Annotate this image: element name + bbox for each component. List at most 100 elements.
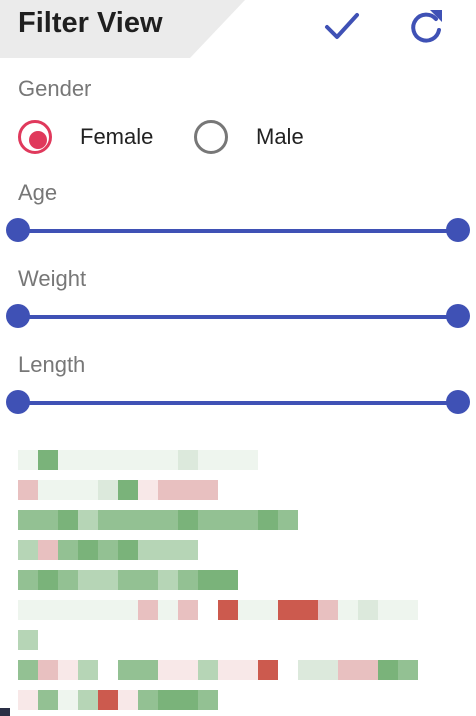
heatmap-cell xyxy=(158,510,178,530)
heatmap-cell xyxy=(78,660,98,680)
age-label: Age xyxy=(18,180,58,205)
heatmap-row xyxy=(18,510,298,530)
heatmap-cell xyxy=(98,480,118,500)
heatmap-cell xyxy=(78,450,98,470)
heatmap-cell xyxy=(138,600,158,620)
radio-label-male: Male xyxy=(256,124,304,149)
heatmap-cell xyxy=(158,600,178,620)
length-slider-max-thumb[interactable] xyxy=(446,390,470,414)
heatmap-cell xyxy=(58,600,78,620)
heatmap-cell xyxy=(398,660,418,680)
heatmap-cell xyxy=(298,600,318,620)
heatmap-row xyxy=(18,480,218,500)
check-icon xyxy=(325,13,359,39)
heatmap-cell xyxy=(98,510,118,530)
heatmap-cell xyxy=(238,660,258,680)
age-slider-max-thumb[interactable] xyxy=(446,218,470,242)
length-label: Length xyxy=(18,352,86,377)
radio-circle-female[interactable] xyxy=(18,120,52,154)
heatmap-cell xyxy=(338,600,358,620)
length-slider-track[interactable] xyxy=(18,401,458,405)
heatmap-cell xyxy=(18,690,38,710)
weight-range-slider[interactable] xyxy=(6,304,470,330)
heatmap-cell xyxy=(178,660,198,680)
refresh-icon xyxy=(411,10,442,43)
length-slider-min-thumb[interactable] xyxy=(6,390,30,414)
heatmap-cell xyxy=(358,600,378,620)
heatmap-cell xyxy=(78,540,98,560)
heatmap-cell xyxy=(38,510,58,530)
heatmap-row xyxy=(18,600,418,620)
heatmap-cell xyxy=(38,540,58,560)
weight-slider-min-thumb[interactable] xyxy=(6,304,30,328)
heatmap-cell xyxy=(58,510,78,530)
age-range-slider[interactable] xyxy=(6,218,470,244)
heatmap-row xyxy=(18,690,218,710)
confirm-button[interactable] xyxy=(322,6,362,46)
heatmap-cell xyxy=(18,570,38,590)
length-range-slider[interactable] xyxy=(6,390,470,416)
heatmap-cell xyxy=(158,450,178,470)
heatmap-row xyxy=(18,540,198,560)
heatmap-cell xyxy=(118,540,138,560)
heatmap-cell xyxy=(158,540,178,560)
heatmap-cell xyxy=(18,540,38,560)
heatmap-cell xyxy=(18,510,38,530)
heatmap-cell xyxy=(178,690,198,710)
heatmap-cell xyxy=(158,660,178,680)
age-slider-min-thumb[interactable] xyxy=(6,218,30,242)
heatmap-cell xyxy=(38,480,58,500)
heatmap-row xyxy=(18,630,38,650)
heatmap-cell xyxy=(118,600,138,620)
radio-label-female: Female xyxy=(80,124,154,149)
heatmap-cell xyxy=(318,660,338,680)
reset-button[interactable] xyxy=(406,6,446,46)
heatmap-cell xyxy=(118,690,138,710)
weight-slider-max-thumb[interactable] xyxy=(446,304,470,328)
heatmap-cell xyxy=(178,600,198,620)
heatmap-cell xyxy=(278,660,298,680)
page-title: Filter View xyxy=(18,7,163,39)
weight-label: Weight xyxy=(18,266,87,291)
heatmap-cell xyxy=(178,510,198,530)
age-slider-track[interactable] xyxy=(18,229,458,233)
heatmap-cell xyxy=(178,450,198,470)
heatmap-cell xyxy=(18,600,38,620)
heatmap-cell xyxy=(218,510,238,530)
weight-slider-track[interactable] xyxy=(18,315,458,319)
heatmap-cell xyxy=(18,630,38,650)
heatmap-cell xyxy=(58,450,78,470)
heatmap-cell xyxy=(238,450,258,470)
heatmap-cell xyxy=(98,450,118,470)
heatmap-cell xyxy=(158,570,178,590)
heatmap-cell xyxy=(18,480,38,500)
heatmap-cell xyxy=(58,540,78,560)
heatmap-cell xyxy=(258,510,278,530)
heatmap-cell xyxy=(178,540,198,560)
heatmap-cell xyxy=(198,480,218,500)
heatmap-row xyxy=(18,450,258,470)
heatmap-cell xyxy=(318,600,338,620)
heatmap xyxy=(18,450,458,710)
heatmap-cell xyxy=(78,600,98,620)
heatmap-cell xyxy=(198,570,218,590)
heatmap-cell xyxy=(358,660,378,680)
heatmap-cell xyxy=(158,480,178,500)
heatmap-cell xyxy=(178,570,198,590)
radio-circle-male[interactable] xyxy=(194,120,228,154)
heatmap-cell xyxy=(138,540,158,560)
heatmap-cell xyxy=(58,570,78,590)
heatmap-cell xyxy=(138,450,158,470)
heatmap-cell xyxy=(198,690,218,710)
heatmap-cell xyxy=(258,600,278,620)
heatmap-cell xyxy=(98,600,118,620)
heatmap-cell xyxy=(218,660,238,680)
heatmap-row xyxy=(18,570,238,590)
radio-dot xyxy=(29,131,47,149)
heatmap-cell xyxy=(118,660,138,680)
heatmap-cell xyxy=(178,480,198,500)
heatmap-cell xyxy=(38,570,58,590)
heatmap-cell xyxy=(278,510,298,530)
heatmap-cell xyxy=(138,570,158,590)
heatmap-cell xyxy=(298,660,318,680)
